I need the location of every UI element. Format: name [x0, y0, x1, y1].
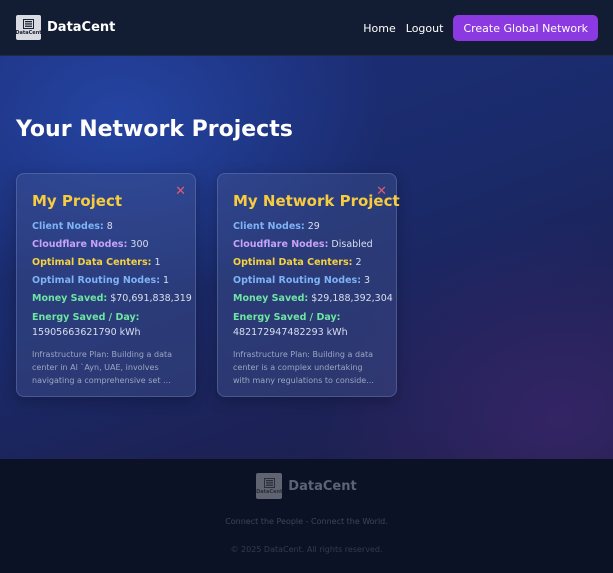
stat-label: Energy Saved / Day:: [32, 312, 140, 323]
stat-money-saved: Money Saved: $70,691,838,319: [32, 290, 192, 308]
close-icon[interactable]: ✕: [175, 185, 186, 198]
close-icon[interactable]: ✕: [376, 185, 387, 198]
stat-label: Optimal Routing Nodes:: [233, 275, 361, 286]
footer-brand: DataCent DataCent: [0, 473, 613, 499]
stat-value: 2: [355, 257, 362, 268]
stat-energy-saved: Energy Saved / Day: 482172947482293 kWh: [233, 310, 381, 340]
stat-value: 8: [106, 221, 113, 232]
project-title: My Project: [32, 192, 122, 210]
footer-tagline: Connect the People - Connect the World.: [225, 517, 388, 526]
nav-link-logout[interactable]: Logout: [406, 22, 444, 35]
stat-value: 3: [364, 275, 371, 286]
project-title: My Network Project: [233, 192, 400, 210]
infrastructure-plan: Infrastructure Plan: Building a data cen…: [233, 350, 374, 385]
stat-cloudflare-nodes: Cloudflare Nodes: 300: [32, 236, 180, 254]
stat-value: 15905663621790 kWh: [32, 327, 141, 338]
stat-value: 1: [163, 275, 170, 286]
stat-client-nodes: Client Nodes: 29: [233, 218, 381, 236]
brand[interactable]: DataCent DataCent: [15, 15, 116, 40]
stat-client-nodes: Client Nodes: 8: [32, 218, 180, 236]
stat-label: Optimal Data Centers:: [32, 257, 152, 268]
nav-link-home[interactable]: Home: [363, 22, 395, 35]
logo-text: DataCent: [256, 488, 283, 495]
footer-brand-name: DataCent: [288, 478, 357, 494]
stat-cloudflare-nodes: Cloudflare Nodes: Disabled: [233, 236, 381, 254]
stat-optimal-data-centers: Optimal Data Centers: 2: [233, 254, 381, 272]
stat-value: $70,691,838,319: [110, 293, 192, 304]
stat-value: Disabled: [331, 239, 373, 250]
page-title: Your Network Projects: [16, 117, 293, 142]
stat-label: Optimal Data Centers:: [233, 257, 353, 268]
create-global-network-button[interactable]: Create Global Network: [453, 15, 598, 41]
stat-label: Client Nodes:: [233, 221, 305, 232]
stat-money-saved: Money Saved: $29,188,392,304: [233, 290, 393, 308]
brand-name: DataCent: [47, 20, 116, 35]
stat-label: Optimal Routing Nodes:: [32, 275, 160, 286]
infrastructure-plan: Infrastructure Plan: Building a data cen…: [32, 350, 173, 385]
datacent-logo-icon: DataCent: [256, 473, 282, 499]
stat-optimal-data-centers: Optimal Data Centers: 1: [32, 254, 180, 272]
stat-value: 482172947482293 kWh: [233, 327, 348, 338]
stat-value: $29,188,392,304: [311, 293, 393, 304]
stat-optimal-routing-nodes: Optimal Routing Nodes: 3: [233, 272, 381, 290]
datacent-logo-icon: DataCent: [15, 15, 42, 40]
navbar: DataCent DataCent Home Logout Create Glo…: [0, 0, 613, 56]
stat-label: Client Nodes:: [32, 221, 104, 232]
stat-value: 1: [154, 257, 161, 268]
stat-label: Energy Saved / Day:: [233, 312, 341, 323]
footer-copyright: © 2025 DataCent. All rights reserved.: [230, 545, 383, 554]
project-card[interactable]: My Network Project ✕ Client Nodes: 29 Cl…: [217, 173, 400, 397]
project-card[interactable]: My Project ✕ Client Nodes: 8 Cloudflare …: [16, 173, 196, 397]
stat-energy-saved: Energy Saved / Day: 15905663621790 kWh: [32, 310, 180, 340]
footer: DataCent DataCent Connect the People - C…: [0, 459, 613, 573]
stat-value: 300: [130, 239, 149, 250]
stat-label: Cloudflare Nodes:: [233, 239, 329, 250]
stat-label: Cloudflare Nodes:: [32, 239, 128, 250]
stat-label: Money Saved:: [233, 293, 309, 304]
stat-label: Money Saved:: [32, 293, 108, 304]
stat-value: 29: [307, 221, 320, 232]
logo-text: DataCent: [15, 30, 42, 36]
stat-optimal-routing-nodes: Optimal Routing Nodes: 1: [32, 272, 180, 290]
